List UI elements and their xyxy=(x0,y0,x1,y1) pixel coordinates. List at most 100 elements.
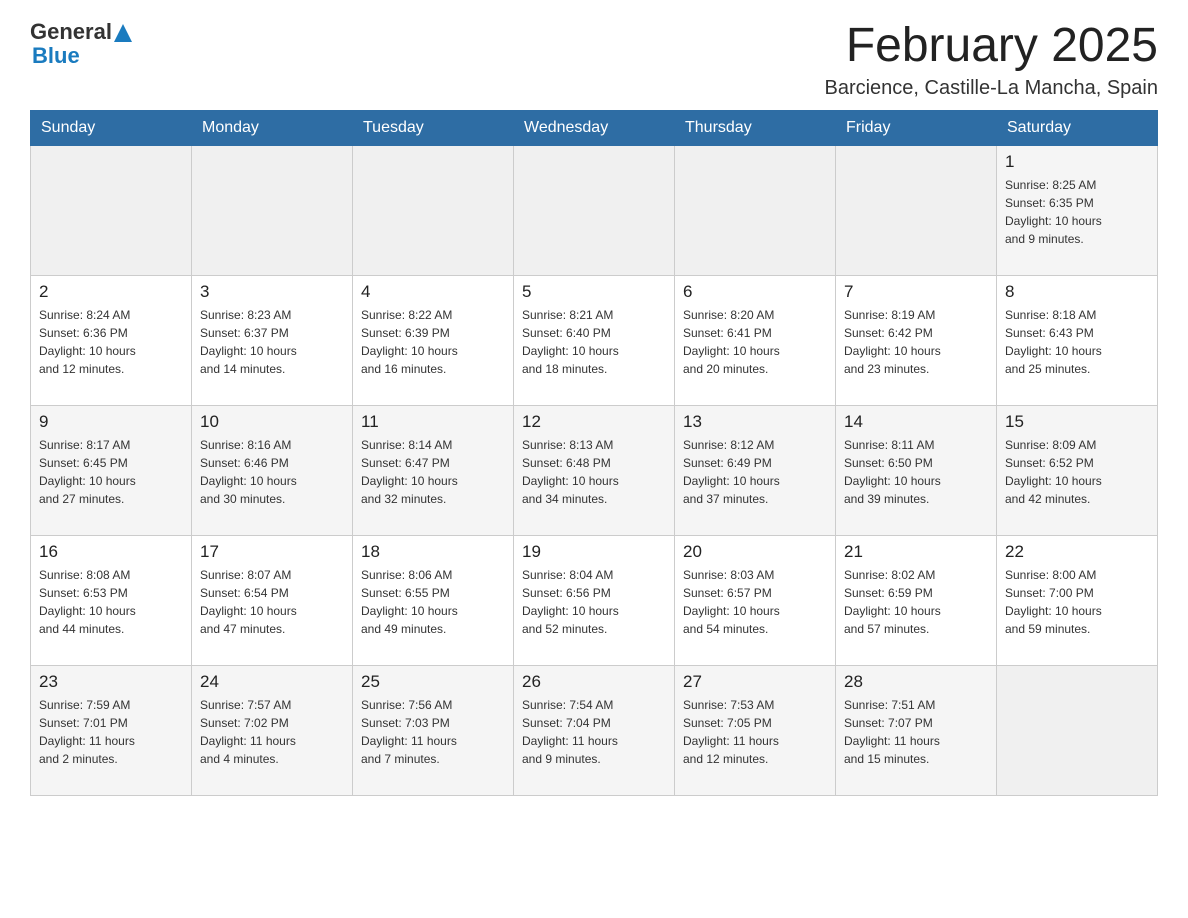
day-number: 2 xyxy=(39,282,183,302)
calendar-cell: 22 Sunrise: 8:00 AM Sunset: 7:00 PM Dayli… xyxy=(997,535,1158,665)
column-header-sunday: Sunday xyxy=(31,110,192,145)
calendar-cell xyxy=(192,145,353,275)
column-header-saturday: Saturday xyxy=(997,110,1158,145)
calendar-cell: 16Sunrise: 8:08 AM Sunset: 6:53 PM Dayli… xyxy=(31,535,192,665)
calendar-cell: 8 Sunrise: 8:18 AM Sunset: 6:43 PM Daylig… xyxy=(997,275,1158,405)
day-number: 18 xyxy=(361,542,505,562)
calendar-cell: 23 Sunrise: 7:59 AM Sunset: 7:01 PM Dayli… xyxy=(31,665,192,795)
day-number: 25 xyxy=(361,672,505,692)
calendar-cell xyxy=(514,145,675,275)
calendar-week-row: 16Sunrise: 8:08 AM Sunset: 6:53 PM Dayli… xyxy=(31,535,1158,665)
calendar-cell: 3 Sunrise: 8:23 AM Sunset: 6:37 PM Daylig… xyxy=(192,275,353,405)
day-number: 13 xyxy=(683,412,827,432)
calendar-cell xyxy=(997,665,1158,795)
day-info: Sunrise: 7:57 AM Sunset: 7:02 PM Dayligh… xyxy=(200,696,344,768)
day-number: 24 xyxy=(200,672,344,692)
location-title: Barcience, Castille-La Mancha, Spain xyxy=(824,77,1158,100)
calendar-cell xyxy=(836,145,997,275)
day-number: 28 xyxy=(844,672,988,692)
day-number: 7 xyxy=(844,282,988,302)
calendar-week-row: 1Sunrise: 8:25 AM Sunset: 6:35 PM Daylig… xyxy=(31,145,1158,275)
calendar-cell: 6 Sunrise: 8:20 AM Sunset: 6:41 PM Daylig… xyxy=(675,275,836,405)
calendar-cell: 20 Sunrise: 8:03 AM Sunset: 6:57 PM Dayli… xyxy=(675,535,836,665)
day-number: 12 xyxy=(522,412,666,432)
day-info: Sunrise: 8:09 AM Sunset: 6:52 PM Dayligh… xyxy=(1005,436,1149,508)
day-number: 16 xyxy=(39,542,183,562)
day-info: Sunrise: 8:13 AM Sunset: 6:48 PM Dayligh… xyxy=(522,436,666,508)
calendar-cell: 4 Sunrise: 8:22 AM Sunset: 6:39 PM Daylig… xyxy=(353,275,514,405)
column-header-monday: Monday xyxy=(192,110,353,145)
day-number: 23 xyxy=(39,672,183,692)
day-number: 8 xyxy=(1005,282,1149,302)
day-info: Sunrise: 8:17 AM Sunset: 6:45 PM Dayligh… xyxy=(39,436,183,508)
day-info: Sunrise: 8:11 AM Sunset: 6:50 PM Dayligh… xyxy=(844,436,988,508)
calendar-week-row: 2 Sunrise: 8:24 AM Sunset: 6:36 PM Daylig… xyxy=(31,275,1158,405)
day-number: 19 xyxy=(522,542,666,562)
day-info: Sunrise: 8:12 AM Sunset: 6:49 PM Dayligh… xyxy=(683,436,827,508)
calendar-cell: 18 Sunrise: 8:06 AM Sunset: 6:55 PM Dayli… xyxy=(353,535,514,665)
calendar-cell: 25Sunrise: 7:56 AM Sunset: 7:03 PM Dayli… xyxy=(353,665,514,795)
calendar-cell xyxy=(353,145,514,275)
page-header: General Blue February 2025 Barcience, Ca… xyxy=(30,20,1158,100)
day-info: Sunrise: 8:04 AM Sunset: 6:56 PM Dayligh… xyxy=(522,566,666,638)
day-number: 26 xyxy=(522,672,666,692)
day-number: 9 xyxy=(39,412,183,432)
title-section: February 2025 Barcience, Castille-La Man… xyxy=(824,20,1158,100)
day-info: Sunrise: 8:14 AM Sunset: 6:47 PM Dayligh… xyxy=(361,436,505,508)
day-number: 1 xyxy=(1005,152,1149,172)
calendar-cell: 19 Sunrise: 8:04 AM Sunset: 6:56 PM Dayli… xyxy=(514,535,675,665)
calendar-cell: 26 Sunrise: 7:54 AM Sunset: 7:04 PM Dayli… xyxy=(514,665,675,795)
calendar-cell: 24 Sunrise: 7:57 AM Sunset: 7:02 PM Dayli… xyxy=(192,665,353,795)
day-info: Sunrise: 8:16 AM Sunset: 6:46 PM Dayligh… xyxy=(200,436,344,508)
calendar-header-row: SundayMondayTuesdayWednesdayThursdayFrid… xyxy=(31,110,1158,145)
day-number: 17 xyxy=(200,542,344,562)
day-info: Sunrise: 7:51 AM Sunset: 7:07 PM Dayligh… xyxy=(844,696,988,768)
calendar-cell: 13 Sunrise: 8:12 AM Sunset: 6:49 PM Dayli… xyxy=(675,405,836,535)
day-info: Sunrise: 8:20 AM Sunset: 6:41 PM Dayligh… xyxy=(683,306,827,378)
day-info: Sunrise: 8:23 AM Sunset: 6:37 PM Dayligh… xyxy=(200,306,344,378)
day-number: 11 xyxy=(361,412,505,432)
calendar-cell: 21 Sunrise: 8:02 AM Sunset: 6:59 PM Dayli… xyxy=(836,535,997,665)
calendar-cell: 15 Sunrise: 8:09 AM Sunset: 6:52 PM Dayli… xyxy=(997,405,1158,535)
calendar-cell: 10 Sunrise: 8:16 AM Sunset: 6:46 PM Dayli… xyxy=(192,405,353,535)
calendar-cell xyxy=(675,145,836,275)
calendar-cell: 2 Sunrise: 8:24 AM Sunset: 6:36 PM Daylig… xyxy=(31,275,192,405)
calendar-cell: 12 Sunrise: 8:13 AM Sunset: 6:48 PM Dayli… xyxy=(514,405,675,535)
day-info: Sunrise: 8:03 AM Sunset: 6:57 PM Dayligh… xyxy=(683,566,827,638)
day-number: 10 xyxy=(200,412,344,432)
column-header-friday: Friday xyxy=(836,110,997,145)
calendar-cell: 11 Sunrise: 8:14 AM Sunset: 6:47 PM Dayli… xyxy=(353,405,514,535)
day-info: Sunrise: 8:22 AM Sunset: 6:39 PM Dayligh… xyxy=(361,306,505,378)
logo-text-blue: Blue xyxy=(32,44,80,68)
logo-text-general: General xyxy=(30,20,112,44)
day-info: Sunrise: 8:02 AM Sunset: 6:59 PM Dayligh… xyxy=(844,566,988,638)
day-number: 20 xyxy=(683,542,827,562)
calendar-cell: 1Sunrise: 8:25 AM Sunset: 6:35 PM Daylig… xyxy=(997,145,1158,275)
day-number: 3 xyxy=(200,282,344,302)
calendar-cell: 17Sunrise: 8:07 AM Sunset: 6:54 PM Dayli… xyxy=(192,535,353,665)
calendar-cell: 9 Sunrise: 8:17 AM Sunset: 6:45 PM Daylig… xyxy=(31,405,192,535)
day-info: Sunrise: 8:18 AM Sunset: 6:43 PM Dayligh… xyxy=(1005,306,1149,378)
day-number: 14 xyxy=(844,412,988,432)
day-number: 4 xyxy=(361,282,505,302)
calendar-cell: 27 Sunrise: 7:53 AM Sunset: 7:05 PM Dayli… xyxy=(675,665,836,795)
calendar-table: SundayMondayTuesdayWednesdayThursdayFrid… xyxy=(30,110,1158,796)
column-header-thursday: Thursday xyxy=(675,110,836,145)
day-info: Sunrise: 8:21 AM Sunset: 6:40 PM Dayligh… xyxy=(522,306,666,378)
day-number: 27 xyxy=(683,672,827,692)
day-info: Sunrise: 7:59 AM Sunset: 7:01 PM Dayligh… xyxy=(39,696,183,768)
day-info: Sunrise: 8:00 AM Sunset: 7:00 PM Dayligh… xyxy=(1005,566,1149,638)
column-header-wednesday: Wednesday xyxy=(514,110,675,145)
day-info: Sunrise: 8:24 AM Sunset: 6:36 PM Dayligh… xyxy=(39,306,183,378)
day-info: Sunrise: 8:06 AM Sunset: 6:55 PM Dayligh… xyxy=(361,566,505,638)
logo-triangle-icon xyxy=(114,20,132,42)
day-number: 15 xyxy=(1005,412,1149,432)
day-number: 21 xyxy=(844,542,988,562)
day-info: Sunrise: 7:54 AM Sunset: 7:04 PM Dayligh… xyxy=(522,696,666,768)
calendar-cell xyxy=(31,145,192,275)
day-info: Sunrise: 7:53 AM Sunset: 7:05 PM Dayligh… xyxy=(683,696,827,768)
calendar-cell: 5Sunrise: 8:21 AM Sunset: 6:40 PM Daylig… xyxy=(514,275,675,405)
day-number: 6 xyxy=(683,282,827,302)
day-number: 22 xyxy=(1005,542,1149,562)
calendar-week-row: 9 Sunrise: 8:17 AM Sunset: 6:45 PM Daylig… xyxy=(31,405,1158,535)
